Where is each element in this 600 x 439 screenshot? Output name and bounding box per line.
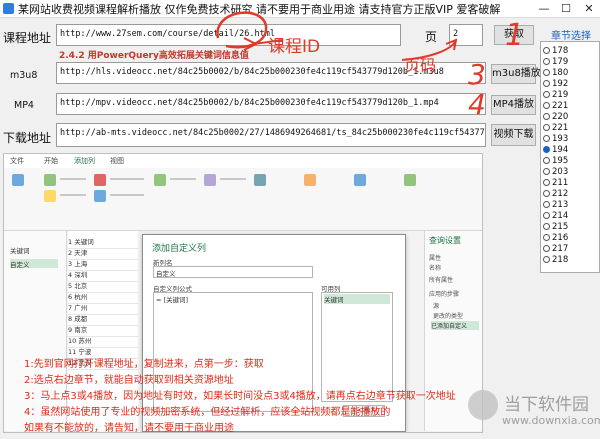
- step-4-annotation: 4: [468, 88, 486, 121]
- circle-mark: [216, 11, 268, 49]
- radio-icon: [543, 245, 550, 252]
- instruction-line: 1:先到官网打开课程地址，复制进来，点第一步：获取: [24, 359, 264, 370]
- chapter-item[interactable]: 193: [543, 134, 598, 145]
- radio-checked-icon: [543, 146, 550, 153]
- radio-icon: [543, 135, 550, 142]
- chapter-item[interactable]: 216: [543, 233, 598, 244]
- chapter-item[interactable]: 212: [543, 189, 598, 200]
- chapter-item[interactable]: 221: [543, 123, 598, 134]
- radio-icon: [543, 190, 550, 197]
- chapter-item[interactable]: 214: [543, 211, 598, 222]
- ribbon-icon: [254, 174, 266, 186]
- ribbon-icon: [304, 174, 316, 186]
- course-id-annotation: 课程ID: [268, 37, 321, 57]
- app-window: 某网站收费视频课程解析播放 仅作免费技术研究 请不要用于商业用途 请支持官方正版…: [0, 0, 600, 439]
- chapter-item[interactable]: 192: [543, 79, 598, 90]
- step-1-annotation: 1: [505, 18, 525, 53]
- radio-icon: [543, 124, 550, 131]
- ribbon-icon: [44, 174, 56, 186]
- ribbon-icon: [204, 174, 216, 186]
- watermark-logo-icon: [468, 390, 498, 420]
- chapter-item[interactable]: 195: [543, 156, 598, 167]
- ribbon-text: [220, 178, 246, 180]
- chapter-item[interactable]: 215: [543, 222, 598, 233]
- ribbon-text: [60, 194, 86, 196]
- ribbon-text: [170, 178, 196, 180]
- dialog-available-columns: 关键词: [321, 292, 393, 402]
- instruction-line: 如果有不能放的，请告知，请不要用于商业用途: [24, 423, 234, 434]
- watermark-en-text: www.downxia.com: [502, 414, 600, 427]
- ribbon-icon: [404, 174, 416, 186]
- chapter-item[interactable]: 217: [543, 244, 598, 255]
- preview-ribbon-tabs: 文件 开始 添加列 视图: [4, 154, 482, 169]
- radio-icon: [543, 168, 550, 175]
- ribbon-icon: [94, 174, 106, 186]
- ribbon-icon: [12, 174, 24, 186]
- chapter-item[interactable]: 179: [543, 57, 598, 68]
- ribbon-text: [60, 178, 86, 180]
- page-code-annotation: 页码: [404, 56, 437, 75]
- preview-tab: 添加列: [74, 157, 95, 165]
- ribbon-icon: [354, 174, 366, 186]
- chapter-item[interactable]: 213: [543, 200, 598, 211]
- ribbon-icon: [94, 190, 106, 202]
- ribbon-icon: [154, 174, 166, 186]
- ribbon-icon: [44, 190, 56, 202]
- available-column-item: 关键词: [324, 294, 390, 304]
- chapter-item[interactable]: 220: [543, 112, 598, 123]
- watermark-cn-text: 当下软件园: [504, 395, 589, 415]
- radio-icon: [543, 47, 550, 54]
- radio-icon: [543, 201, 550, 208]
- watermark: 当下软件园 www.downxia.com: [468, 388, 600, 438]
- query-settings-item: 所有属性: [429, 277, 454, 284]
- radio-icon: [543, 234, 550, 241]
- radio-icon: [543, 223, 550, 230]
- chapter-item[interactable]: 180: [543, 68, 598, 79]
- radio-icon: [543, 212, 550, 219]
- chapter-item[interactable]: 218: [543, 255, 598, 266]
- query-step-selected: 已添加自定义: [431, 321, 479, 330]
- ribbon-text: [110, 178, 144, 180]
- instruction-line: 4：虽然网站使用了专业的视频加密系统，但经过解析，应该全站视频都是能播放的: [24, 407, 391, 418]
- dialog-title: 添加自定义列: [152, 244, 207, 254]
- radio-icon: [543, 58, 550, 65]
- radio-icon: [543, 69, 550, 76]
- arrow-icon: [243, 37, 259, 51]
- radio-icon: [543, 91, 550, 98]
- preview-ribbon: [4, 168, 482, 231]
- step-3-annotation: 3: [468, 58, 486, 91]
- query-settings-item: 应用的步骤: [429, 291, 460, 298]
- query-settings-item: 名称: [429, 265, 442, 272]
- preview-tab: 视图: [110, 157, 124, 165]
- radio-icon: [543, 157, 550, 164]
- query-step: 更改的类型: [433, 313, 464, 320]
- chapter-item[interactable]: 221: [543, 101, 598, 112]
- preview-tab: 文件: [10, 157, 24, 165]
- query-settings-item: 属性: [429, 255, 442, 262]
- ribbon-text: [110, 194, 144, 196]
- chapter-select-title: 章节选择: [551, 31, 591, 42]
- query-settings-title: 查询设置: [429, 236, 461, 245]
- radio-icon: [543, 80, 550, 87]
- radio-icon: [543, 179, 550, 186]
- dialog-new-column-input: 自定义: [153, 266, 313, 278]
- radio-icon: [543, 102, 550, 109]
- query-step: 源: [433, 303, 440, 310]
- preview-tab: 开始: [44, 157, 58, 165]
- chapter-item[interactable]: 219: [543, 90, 598, 101]
- chapter-item[interactable]: 178: [543, 46, 598, 57]
- chapter-item-selected[interactable]: 194: [543, 145, 598, 156]
- chapter-list: 178 179 180 192 219 221 220 221 193 194 …: [540, 41, 600, 273]
- chapter-item[interactable]: 211: [543, 178, 598, 189]
- nav-item: 关键词: [10, 247, 30, 255]
- instruction-line: 3：马上点3或4播放，因为地址有时效，如果长时间没点3或4播放，请再点右边章节获…: [24, 391, 456, 402]
- instruction-line: 2:选点右边章节，就能自动获取到相关资源地址: [24, 375, 234, 386]
- nav-item-selected: 自定义: [10, 259, 58, 269]
- chapter-item[interactable]: 203: [543, 167, 598, 178]
- radio-icon: [543, 256, 550, 263]
- radio-icon: [543, 113, 550, 120]
